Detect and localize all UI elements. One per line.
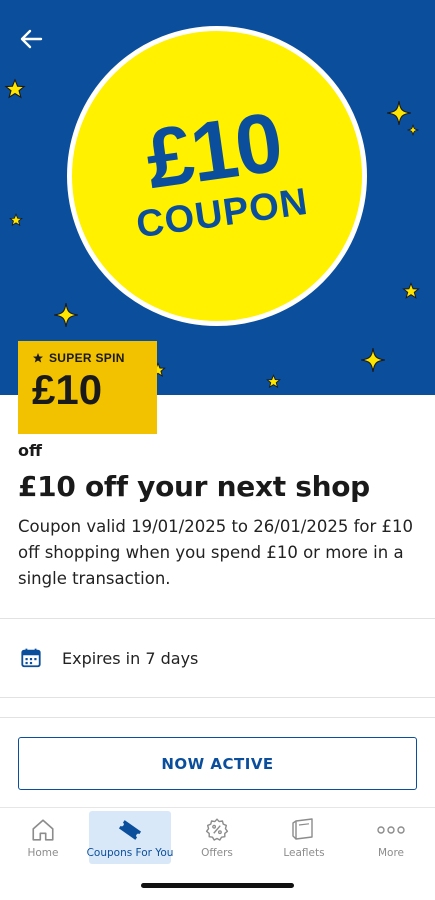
star-icon (402, 282, 420, 299)
back-arrow-icon (20, 29, 43, 49)
tab-label: Offers (201, 847, 233, 859)
sparkle-icon (387, 101, 411, 125)
off-text: off (18, 441, 42, 460)
home-indicator (141, 883, 294, 888)
tab-coupons-for-you[interactable]: Coupons For You (86, 811, 174, 864)
home-icon (32, 819, 54, 841)
badge-label: SUPER SPIN (49, 351, 125, 365)
divider (0, 717, 435, 718)
divider (0, 697, 435, 698)
tab-label: More (377, 847, 405, 859)
tab-label: Home (27, 847, 59, 859)
tab-label: Coupons For You (86, 847, 174, 859)
star-icon (9, 213, 23, 227)
coupon-icon (118, 820, 142, 840)
tab-more[interactable]: More (350, 811, 432, 864)
coupon-circle: £10 COUPON (67, 26, 367, 326)
expiry-text: Expires in 7 days (62, 648, 199, 668)
calendar-icon (21, 648, 41, 668)
now-active-button[interactable]: NOW ACTIVE (18, 737, 417, 790)
star-icon (266, 374, 281, 389)
coupon-description: Coupon valid 19/01/2025 to 26/01/2025 fo… (18, 517, 414, 588)
badge-amount: £10 (32, 366, 103, 413)
sparkle-icon (361, 348, 385, 372)
offers-icon (205, 818, 229, 841)
star-icon (4, 78, 26, 99)
super-spin-badge: SUPER SPIN £10 (18, 341, 157, 434)
expiry-row: Expires in 7 days (0, 620, 435, 696)
divider (0, 618, 435, 619)
sparkle-icon (54, 303, 78, 327)
tab-home[interactable]: Home (2, 811, 84, 864)
leaflets-icon (292, 818, 313, 840)
sparkle-icon (407, 124, 419, 136)
coupon-hero: £10 COUPON (0, 0, 435, 395)
coupon-title: £10 off your next shop (18, 470, 370, 503)
tab-offers[interactable]: Offers (176, 811, 258, 864)
star-icon (33, 353, 43, 363)
tab-label: Leaflets (283, 847, 325, 859)
more-icon (377, 826, 405, 834)
tab-leaflets[interactable]: Leaflets (263, 811, 345, 864)
back-button[interactable] (14, 22, 48, 56)
